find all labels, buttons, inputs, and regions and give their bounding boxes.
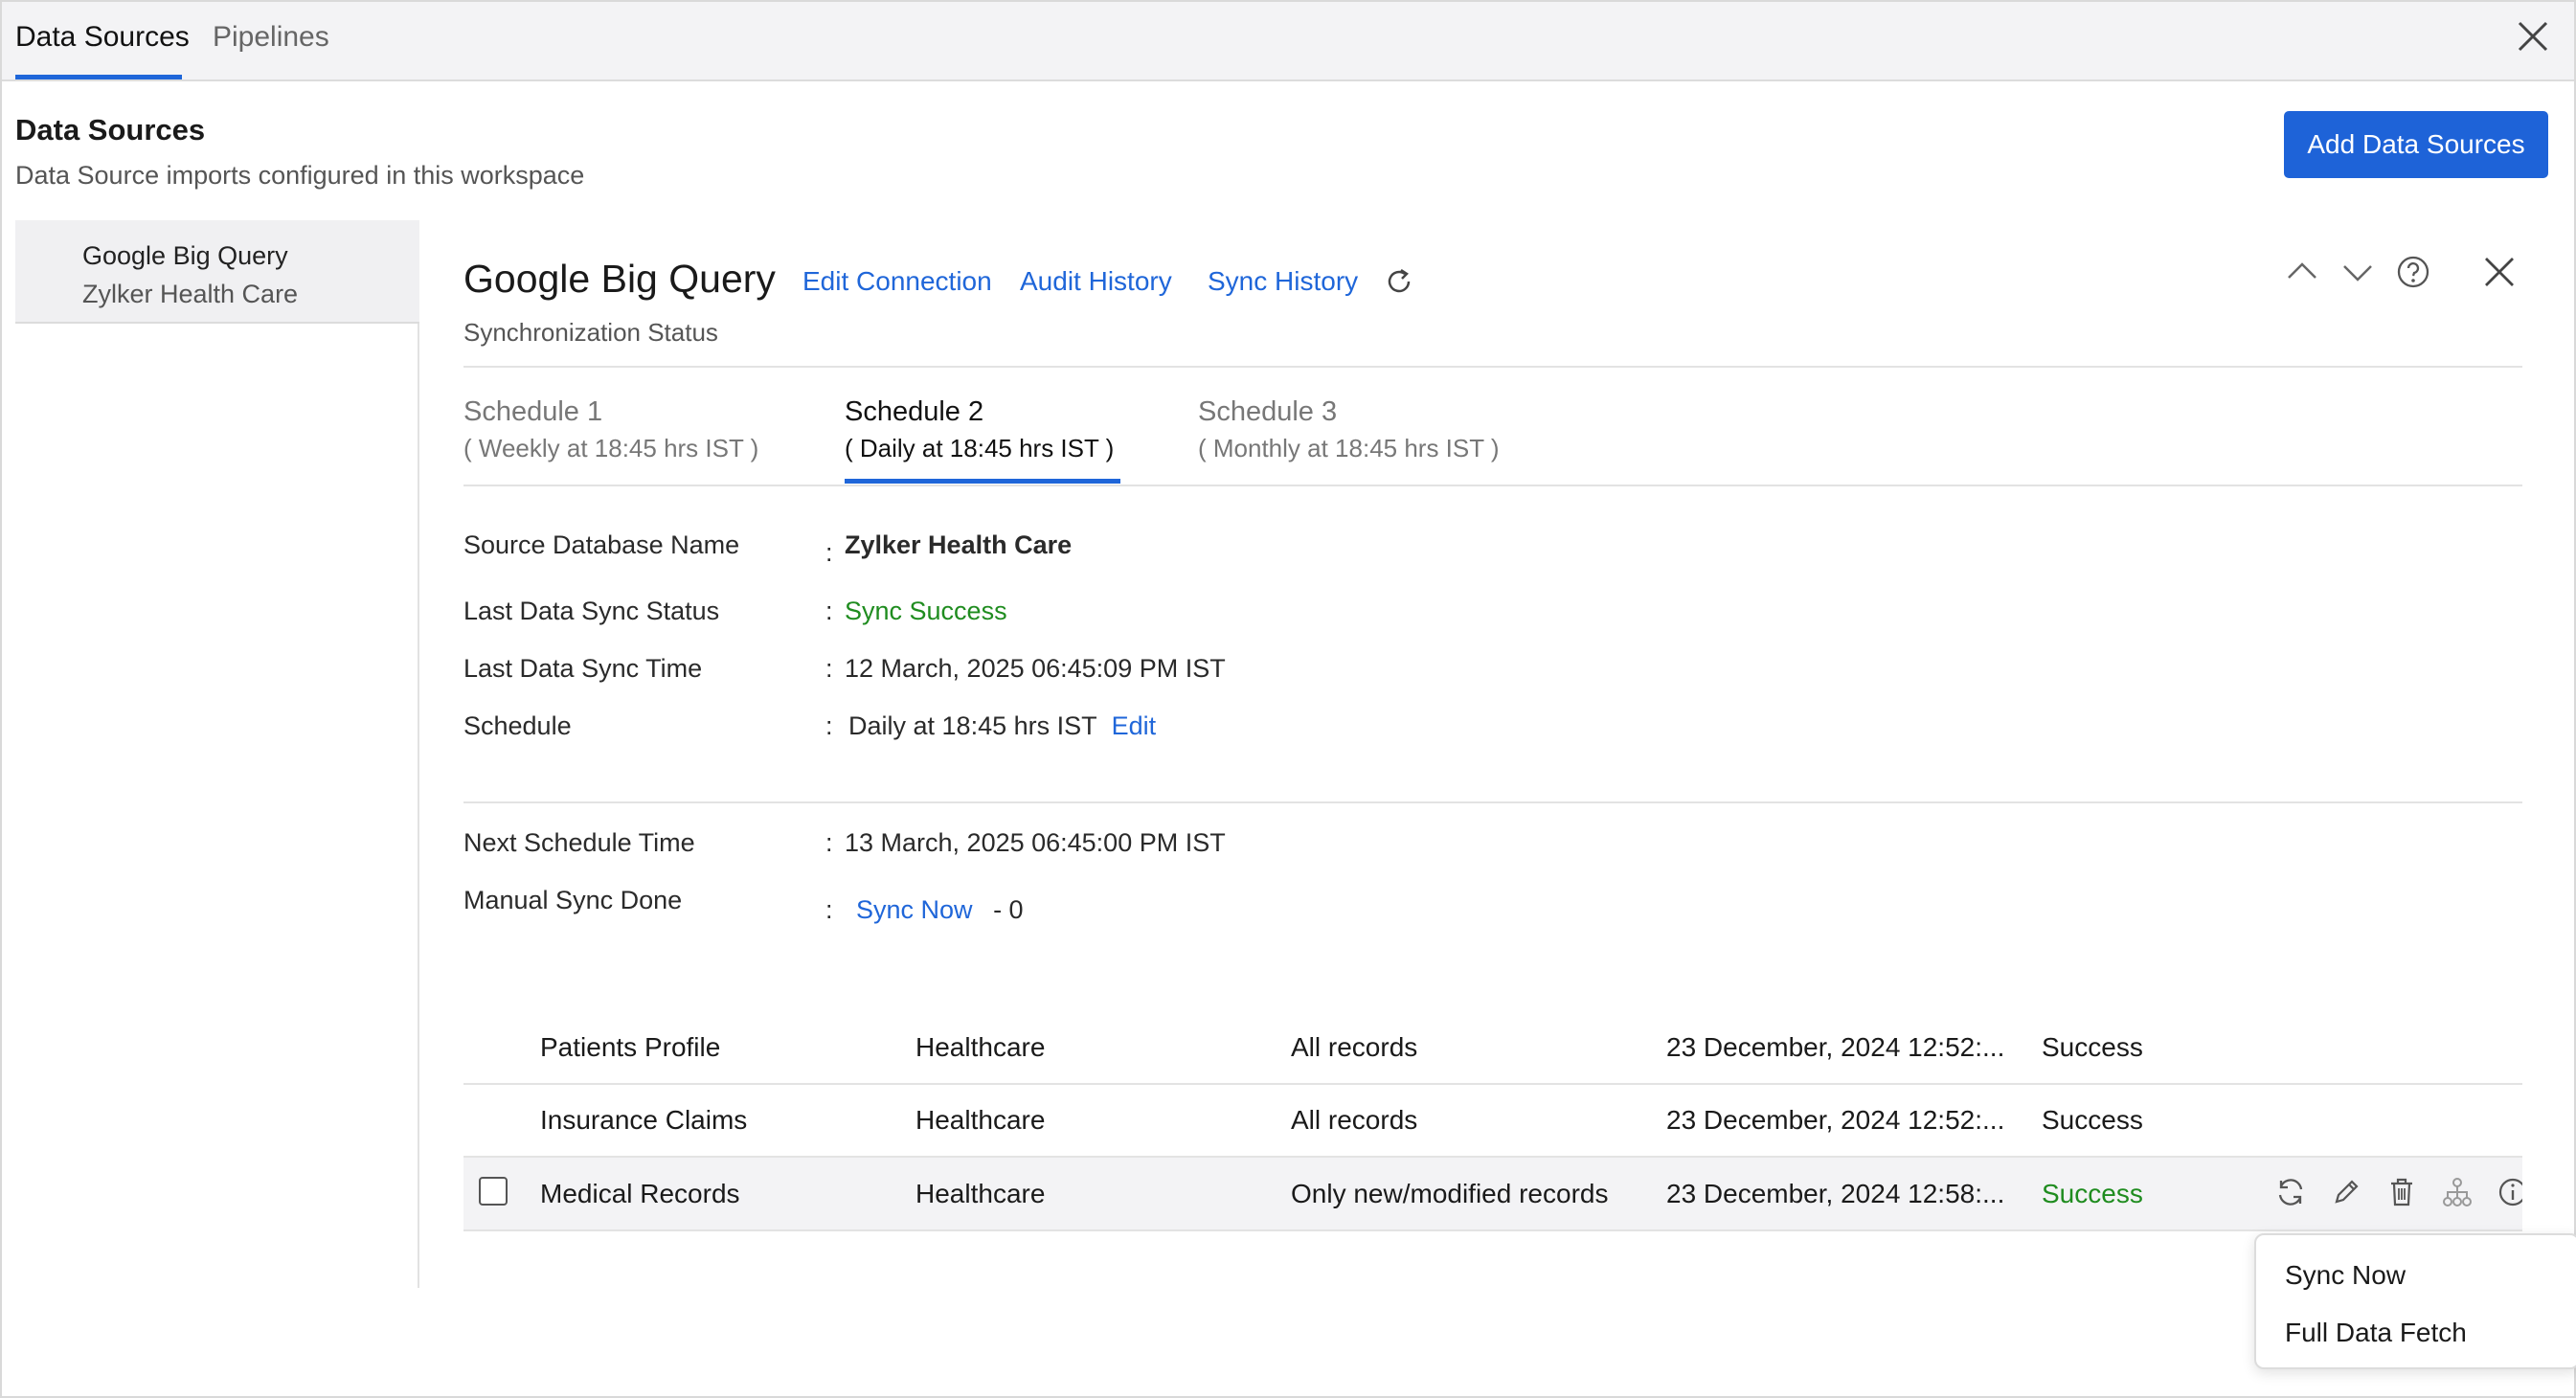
- table-last-sync: 23 December, 2024 12:58:...: [1666, 1179, 2005, 1208]
- tab-schedule-1[interactable]: Schedule 1 ( Weekly at 18:45 hrs IST ): [463, 396, 758, 463]
- table-name: Medical Records: [540, 1179, 740, 1208]
- tab-data-sources[interactable]: Data Sources: [15, 21, 190, 54]
- tab-schedule-2[interactable]: Schedule 2 ( Daily at 18:45 hrs IST ): [845, 396, 1114, 463]
- table-status: Success: [2042, 1105, 2143, 1135]
- help-icon[interactable]: [2394, 253, 2432, 291]
- audit-history-link[interactable]: Audit History: [1020, 266, 1172, 297]
- edit-icon[interactable]: [2329, 1175, 2363, 1209]
- divider: [463, 485, 2522, 486]
- tab-pipelines[interactable]: Pipelines: [213, 21, 329, 54]
- add-data-sources-button[interactable]: Add Data Sources: [2284, 111, 2548, 178]
- row-divider: [463, 1229, 2522, 1231]
- source-db-label: Source Database Name: [463, 530, 740, 559]
- sync-history-link[interactable]: Sync History: [1208, 266, 1358, 297]
- info-icon[interactable]: [2496, 1175, 2522, 1209]
- delete-icon[interactable]: [2384, 1175, 2419, 1209]
- last-sync-time-label: Last Data Sync Time: [463, 654, 703, 683]
- schedule-name: Schedule 1: [463, 396, 603, 427]
- schedule-value: Daily at 18:45 hrs IST: [848, 711, 1097, 740]
- divider: [463, 801, 2522, 803]
- colon: :: [825, 895, 833, 924]
- schedule-name: Schedule 3: [1198, 396, 1338, 427]
- edit-schedule-link[interactable]: Edit: [1112, 711, 1157, 740]
- table-category: Healthcare: [915, 1105, 1046, 1135]
- table-row[interactable]: Insurance Claims Healthcare All records …: [463, 1084, 2522, 1157]
- sync-options-menu: Sync Now Full Data Fetch: [2254, 1233, 2576, 1369]
- list-item-subtitle: Zylker Health Care: [82, 280, 299, 308]
- data-sources-panel: Data Sources Pipelines Data Sources Data…: [0, 0, 2576, 1398]
- schedule-desc: ( Monthly at 18:45 hrs IST ): [1198, 434, 1500, 462]
- list-item-google-big-query[interactable]: Google Big Query Zylker Health Care: [15, 220, 419, 324]
- close-icon[interactable]: [2516, 19, 2550, 54]
- table-status: Success: [2042, 1032, 2143, 1062]
- table-last-sync: 23 December, 2024 12:52:...: [1666, 1032, 2005, 1062]
- table-row[interactable]: Medical Records Healthcare Only new/modi…: [463, 1158, 2522, 1230]
- tab-schedule-3[interactable]: Schedule 3 ( Monthly at 18:45 hrs IST ): [1198, 396, 1500, 463]
- schedule-name: Schedule 2: [845, 396, 984, 427]
- last-sync-time-value: 12 March, 2025 06:45:09 PM IST: [845, 654, 1226, 683]
- synchronization-status-label: Synchronization Status: [463, 318, 718, 347]
- last-sync-status-label: Last Data Sync Status: [463, 597, 720, 625]
- data-source-title: Google Big Query: [463, 257, 776, 301]
- page-title: Data Sources: [15, 113, 206, 147]
- last-sync-status-value: Sync Success: [845, 597, 1007, 625]
- table-status: Success: [2042, 1179, 2143, 1208]
- page-subtitle: Data Source imports configured in this w…: [15, 161, 585, 190]
- table-row[interactable]: Patients Profile Healthcare All records …: [463, 1011, 2522, 1084]
- sync-now-link[interactable]: Sync Now: [856, 895, 973, 924]
- schedule-value-row: Daily at 18:45 hrs IST Edit: [848, 711, 1156, 741]
- colon: :: [825, 828, 833, 857]
- table-fetch-type: Only new/modified records: [1291, 1179, 1609, 1208]
- table-last-sync: 23 December, 2024 12:52:...: [1666, 1105, 2005, 1135]
- next-schedule-label: Next Schedule Time: [463, 828, 695, 857]
- schedule-desc: ( Weekly at 18:45 hrs IST ): [463, 434, 759, 462]
- data-source-list: Google Big Query Zylker Health Care: [15, 220, 419, 1288]
- table-name: Patients Profile: [540, 1032, 721, 1062]
- manual-sync-value-row: Sync Now - 0: [856, 895, 1024, 925]
- colon: :: [825, 654, 833, 683]
- divider: [463, 366, 2522, 368]
- schedule-label: Schedule: [463, 711, 572, 740]
- next-schedule-value: 13 March, 2025 06:45:00 PM IST: [845, 828, 1226, 857]
- table-fetch-type: All records: [1291, 1032, 1418, 1062]
- menu-item-sync-now[interactable]: Sync Now: [2285, 1260, 2406, 1291]
- table-name: Insurance Claims: [540, 1105, 748, 1135]
- schedule-desc: ( Daily at 18:45 hrs IST ): [845, 434, 1115, 462]
- active-schedule-indicator: [845, 479, 1120, 484]
- chevron-down-icon[interactable]: [2339, 253, 2377, 291]
- close-detail-icon[interactable]: [2480, 253, 2519, 291]
- sync-icon[interactable]: [2273, 1175, 2308, 1209]
- active-tab-indicator: [15, 75, 182, 79]
- menu-item-full-data-fetch[interactable]: Full Data Fetch: [2285, 1318, 2467, 1348]
- table-category: Healthcare: [915, 1032, 1046, 1062]
- table-category: Healthcare: [915, 1179, 1046, 1208]
- manual-sync-label: Manual Sync Done: [463, 886, 683, 914]
- manual-sync-count: - 0: [993, 895, 1024, 924]
- colon: :: [825, 597, 833, 625]
- list-item-title: Google Big Query: [82, 241, 288, 270]
- top-tab-bar: Data Sources Pipelines: [2, 2, 2574, 81]
- source-db-value: Zylker Health Care: [845, 530, 1073, 559]
- colon: :: [825, 538, 833, 567]
- refresh-icon[interactable]: [1382, 264, 1416, 299]
- lineage-icon[interactable]: [2440, 1175, 2474, 1209]
- table-fetch-type: All records: [1291, 1105, 1418, 1135]
- edit-connection-link[interactable]: Edit Connection: [802, 266, 992, 297]
- colon: :: [825, 711, 833, 740]
- chevron-up-icon[interactable]: [2283, 253, 2321, 291]
- row-checkbox[interactable]: [479, 1177, 508, 1206]
